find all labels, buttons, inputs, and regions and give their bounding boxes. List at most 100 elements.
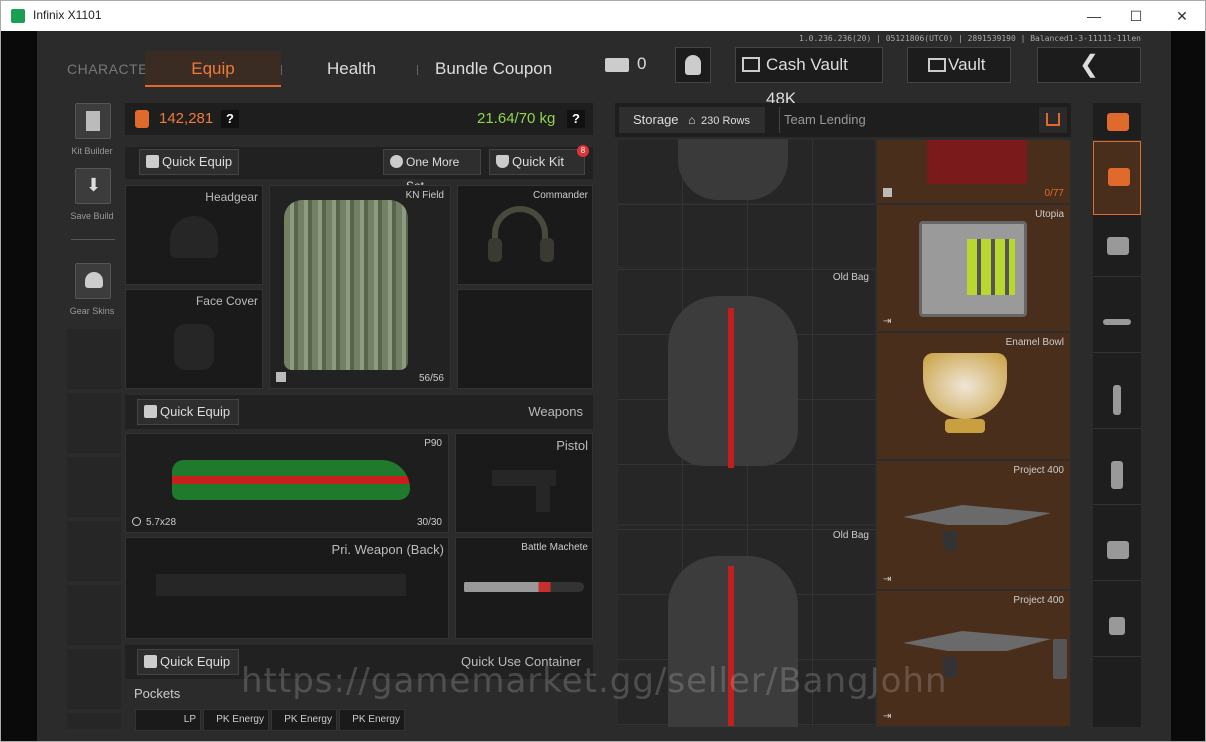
category-weapons[interactable] [1093, 293, 1141, 353]
storage-item-enamel-bowl[interactable]: Enamel Bowl [876, 332, 1071, 460]
face-cover-slot[interactable]: Face Cover [125, 289, 263, 389]
backpack-icon [135, 110, 149, 128]
armor-slot[interactable]: KN Field 56/56 [269, 185, 451, 389]
cash-vault-button[interactable]: Cash Vault 48K [735, 47, 883, 108]
empty-gear-slot[interactable] [457, 289, 593, 389]
pocket-slot[interactable]: LP [135, 709, 201, 731]
storage-header: Storage ⌂ 230 Rows Team Lending [615, 103, 1071, 137]
drone-image [903, 505, 1051, 525]
backpack-strap [728, 566, 734, 726]
backpack-image [678, 139, 788, 200]
pocket-item-name: PK Energy [284, 714, 332, 725]
one-more-set-button[interactable]: One More Set [383, 149, 481, 193]
pocket-item-name: PK Energy [352, 714, 400, 725]
save-build-button[interactable]: ⬇ [75, 168, 111, 204]
headgear-slot[interactable]: Headgear [125, 185, 263, 285]
drone-image [903, 631, 1051, 651]
window-titlebar: Infinix X1101 — ☐ ✕ [1, 1, 1205, 31]
category-all[interactable] [1093, 103, 1141, 141]
pistol-slot[interactable]: Pistol [455, 433, 593, 533]
headset-name: Commander [532, 190, 588, 201]
back-weapon-slot[interactable]: Pri. Weapon (Back) [125, 537, 449, 639]
container-quick-equip-button[interactable]: Quick Equip [137, 649, 239, 675]
storage-item-project-400[interactable]: Project 400 ⇥ [876, 460, 1071, 590]
minimize-button[interactable]: — [1079, 5, 1109, 27]
tab-team-lending[interactable]: Team Lending [779, 107, 866, 133]
vault-button[interactable]: Vault [907, 47, 1011, 83]
pocket-item-name: LP [183, 714, 196, 725]
storage-tab-label: Storage [633, 112, 679, 127]
gear-quick-equip-label: Quick Equip [162, 154, 233, 169]
headgear-label: Headgear [205, 190, 258, 204]
category-armor[interactable] [1093, 521, 1141, 581]
melee-slot[interactable]: Battle Machete [455, 537, 593, 639]
armor-tier-badge [276, 372, 286, 382]
gear-quick-equip-button[interactable]: Quick Equip [139, 149, 239, 175]
pocket-slot[interactable]: PK Energy [203, 709, 269, 731]
quick-kit-button[interactable]: Quick Kit [489, 149, 585, 175]
tab-equip[interactable]: Equip [145, 51, 281, 87]
quick-kit-label: Quick Kit [512, 154, 565, 169]
right-letterbox [1171, 31, 1205, 741]
category-gear[interactable] [1093, 141, 1141, 215]
extract-icon: ⇥ [883, 316, 892, 327]
safe-icon [928, 58, 946, 72]
operator-button[interactable] [675, 47, 711, 83]
tab-bundle-coupon[interactable]: Bundle Coupon [435, 51, 552, 87]
close-button[interactable]: ✕ [1167, 5, 1197, 27]
value-help-icon[interactable]: ? [221, 110, 239, 128]
category-headwear[interactable] [1093, 217, 1141, 277]
storage-item-old-bag[interactable]: Old Bag [617, 267, 876, 525]
weapons-quick-equip-label: Quick Equip [160, 404, 231, 419]
gear-skins-button[interactable] [75, 263, 111, 299]
item-name: Project 400 [1013, 465, 1064, 476]
sort-button[interactable] [1039, 107, 1067, 133]
kit-builder-button[interactable] [75, 103, 111, 139]
storage-item-utopia[interactable]: Utopia ⇥ [876, 204, 1071, 332]
pocket-slot[interactable]: PK Energy [271, 709, 337, 731]
watermark: https://gamemarket.gg/seller/BangJohn [241, 661, 948, 701]
pocket-item-name: PK Energy [216, 714, 264, 725]
weapons-quick-equip-button[interactable]: Quick Equip [137, 399, 239, 425]
bowl-base [945, 419, 985, 433]
storage-item-project-400[interactable]: Project 400 ⇥ [876, 590, 1071, 727]
storage-item-red-pouch[interactable]: 0/77 [876, 139, 1071, 204]
item-name: Old Bag [832, 272, 869, 283]
weight-value: 21.64/70 kg [477, 110, 556, 127]
magazine-icon [1113, 385, 1121, 415]
hazard-vials [967, 239, 1015, 295]
rifle-placeholder-icon [156, 574, 406, 596]
helmet-icon [85, 272, 103, 288]
tab-health[interactable]: Health [327, 51, 376, 87]
back-weapon-label: Pri. Weapon (Back) [331, 542, 444, 557]
storage-item-old-bag[interactable] [617, 139, 876, 204]
home-icon: ⌂ [688, 113, 696, 127]
pouch-image [927, 140, 1027, 184]
category-magazines[interactable] [1093, 369, 1141, 429]
headset-slot[interactable]: Commander [457, 185, 593, 285]
primary-ammo-type: 5.7x28 [146, 517, 177, 528]
operator-icon [685, 55, 701, 75]
drone-stand [943, 531, 957, 551]
maximize-button[interactable]: ☐ [1121, 5, 1151, 27]
tab-storage[interactable]: Storage ⌂ 230 Rows [619, 107, 765, 133]
face-cover-label: Face Cover [195, 294, 258, 308]
pocket-slot[interactable]: PK Energy [339, 709, 405, 731]
nav-divider [417, 65, 418, 75]
nav-divider [281, 65, 282, 75]
stack-icon [1108, 168, 1130, 186]
sidebar-divider [71, 239, 115, 240]
category-consumables[interactable] [1093, 597, 1141, 657]
item-capacity: 0/77 [1044, 188, 1064, 199]
weight-help-icon[interactable]: ? [567, 110, 585, 128]
primary-weapon-name: P90 [424, 438, 442, 449]
category-ammo[interactable] [1093, 445, 1141, 505]
storage-scrollbar[interactable] [1053, 639, 1067, 679]
refresh-icon [390, 155, 403, 168]
shield-icon [496, 155, 509, 168]
back-button[interactable]: ❮ [1037, 47, 1141, 83]
item-tier-badge [883, 188, 892, 197]
headset-earcup [540, 238, 554, 262]
primary-weapon-slot[interactable]: P90 5.7x28 30/30 [125, 433, 449, 533]
extract-icon: ⇥ [883, 574, 892, 585]
